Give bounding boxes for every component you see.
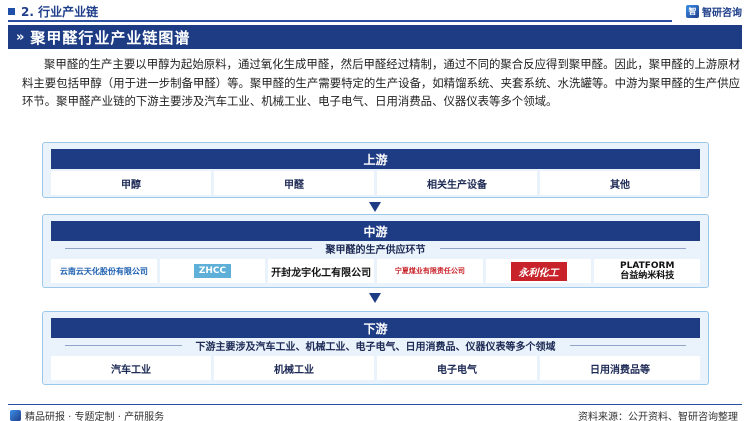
- down-arrow-icon: [369, 202, 381, 212]
- section-title: 2. 行业产业链: [21, 4, 99, 19]
- section-marker-icon: [8, 7, 15, 15]
- midstream-panel: 中游 聚甲醛的生产供应环节 云南云天化股份有限公司 ZHCC 开封龙宇化工有限公…: [42, 214, 709, 288]
- downstream-item: 日用消费品等: [540, 356, 700, 380]
- company-name: 开封龙宇化工有限公司: [271, 267, 372, 279]
- upstream-header: 上游: [51, 149, 700, 169]
- company-name: PLATFORM: [619, 261, 675, 271]
- upstream-item: 甲醛: [214, 171, 374, 195]
- downstream-item: 电子电气: [377, 356, 537, 380]
- company-logo-ningxia: 宁夏煤业有限责任公司: [377, 259, 483, 283]
- downstream-item: 机械工业: [214, 356, 374, 380]
- upstream-item: 其他: [540, 171, 700, 195]
- brand-mark-icon: [10, 410, 21, 421]
- page-title: 聚甲醛行业产业链图谱: [30, 28, 191, 47]
- company-name: ZHCC: [193, 264, 232, 278]
- brand-logo-icon: 智: [686, 5, 699, 18]
- midstream-subtitle: 聚甲醛的生产供应环节: [51, 241, 700, 256]
- company-logo-longyu: 开封龙宇化工有限公司: [268, 259, 375, 283]
- company-name: 永利化工: [510, 261, 567, 281]
- downstream-item: 汽车工业: [51, 356, 211, 380]
- downstream-subtitle: 下游主要涉及汽车工业、机械工业、电子电气、日用消费品、仪器仪表等多个领域: [51, 338, 700, 353]
- footer-divider: [8, 404, 742, 405]
- intro-paragraph: 聚甲醛的生产主要以甲醇为起始原料，通过氧化生成甲醛，然后甲醛经过精制，通过不同的…: [22, 57, 740, 108]
- company-name: 台益纳米科技: [620, 271, 675, 281]
- company-name-block: PLATFORM 台益纳米科技: [620, 261, 674, 281]
- company-logo-yuntianhua: 云南云天化股份有限公司: [51, 259, 157, 283]
- midstream-header: 中游: [51, 221, 700, 241]
- company-logo-yongli: 永利化工: [485, 259, 592, 283]
- company-logo-platform: PLATFORM 台益纳米科技: [594, 259, 701, 283]
- footer: 精品研报 · 专题定制 · 产研服务 资料来源：公开资料、智研咨询整理: [0, 401, 750, 421]
- brand-logo-text: 智研咨询: [702, 8, 742, 19]
- footer-tagline-text: 精品研报 · 专题定制 · 产研服务: [25, 412, 165, 421]
- page-title-bar: » 聚甲醛行业产业链图谱: [8, 25, 742, 49]
- top-bar: 2. 行业产业链: [0, 0, 750, 22]
- top-divider: [8, 20, 672, 22]
- company-logos: 云南云天化股份有限公司 ZHCC 开封龙宇化工有限公司 宁夏煤业有限责任公司 永…: [51, 259, 701, 283]
- upstream-items: 甲醇 甲醛 相关生产设备 其他: [51, 171, 700, 195]
- downstream-items: 汽车工业 机械工业 电子电气 日用消费品等: [51, 356, 700, 380]
- downstream-panel: 下游 下游主要涉及汽车工业、机械工业、电子电气、日用消费品、仪器仪表等多个领域 …: [42, 311, 709, 385]
- brand-logo: 智 智研咨询: [686, 4, 742, 19]
- down-arrow-icon: [369, 293, 381, 303]
- upstream-item: 相关生产设备: [377, 171, 537, 195]
- company-name: 宁夏煤业有限责任公司: [394, 267, 465, 275]
- downstream-header: 下游: [51, 318, 700, 338]
- source-note: 资料来源：公开资料、智研咨询整理: [578, 412, 738, 421]
- footer-tagline: 精品研报 · 专题定制 · 产研服务: [10, 408, 164, 421]
- upstream-panel: 上游 甲醇 甲醛 相关生产设备 其他: [42, 142, 709, 198]
- company-logo-zhcc: ZHCC: [159, 259, 266, 283]
- double-chevron-icon: »: [16, 29, 25, 45]
- upstream-item: 甲醇: [51, 171, 211, 195]
- company-name: 云南云天化股份有限公司: [59, 266, 148, 276]
